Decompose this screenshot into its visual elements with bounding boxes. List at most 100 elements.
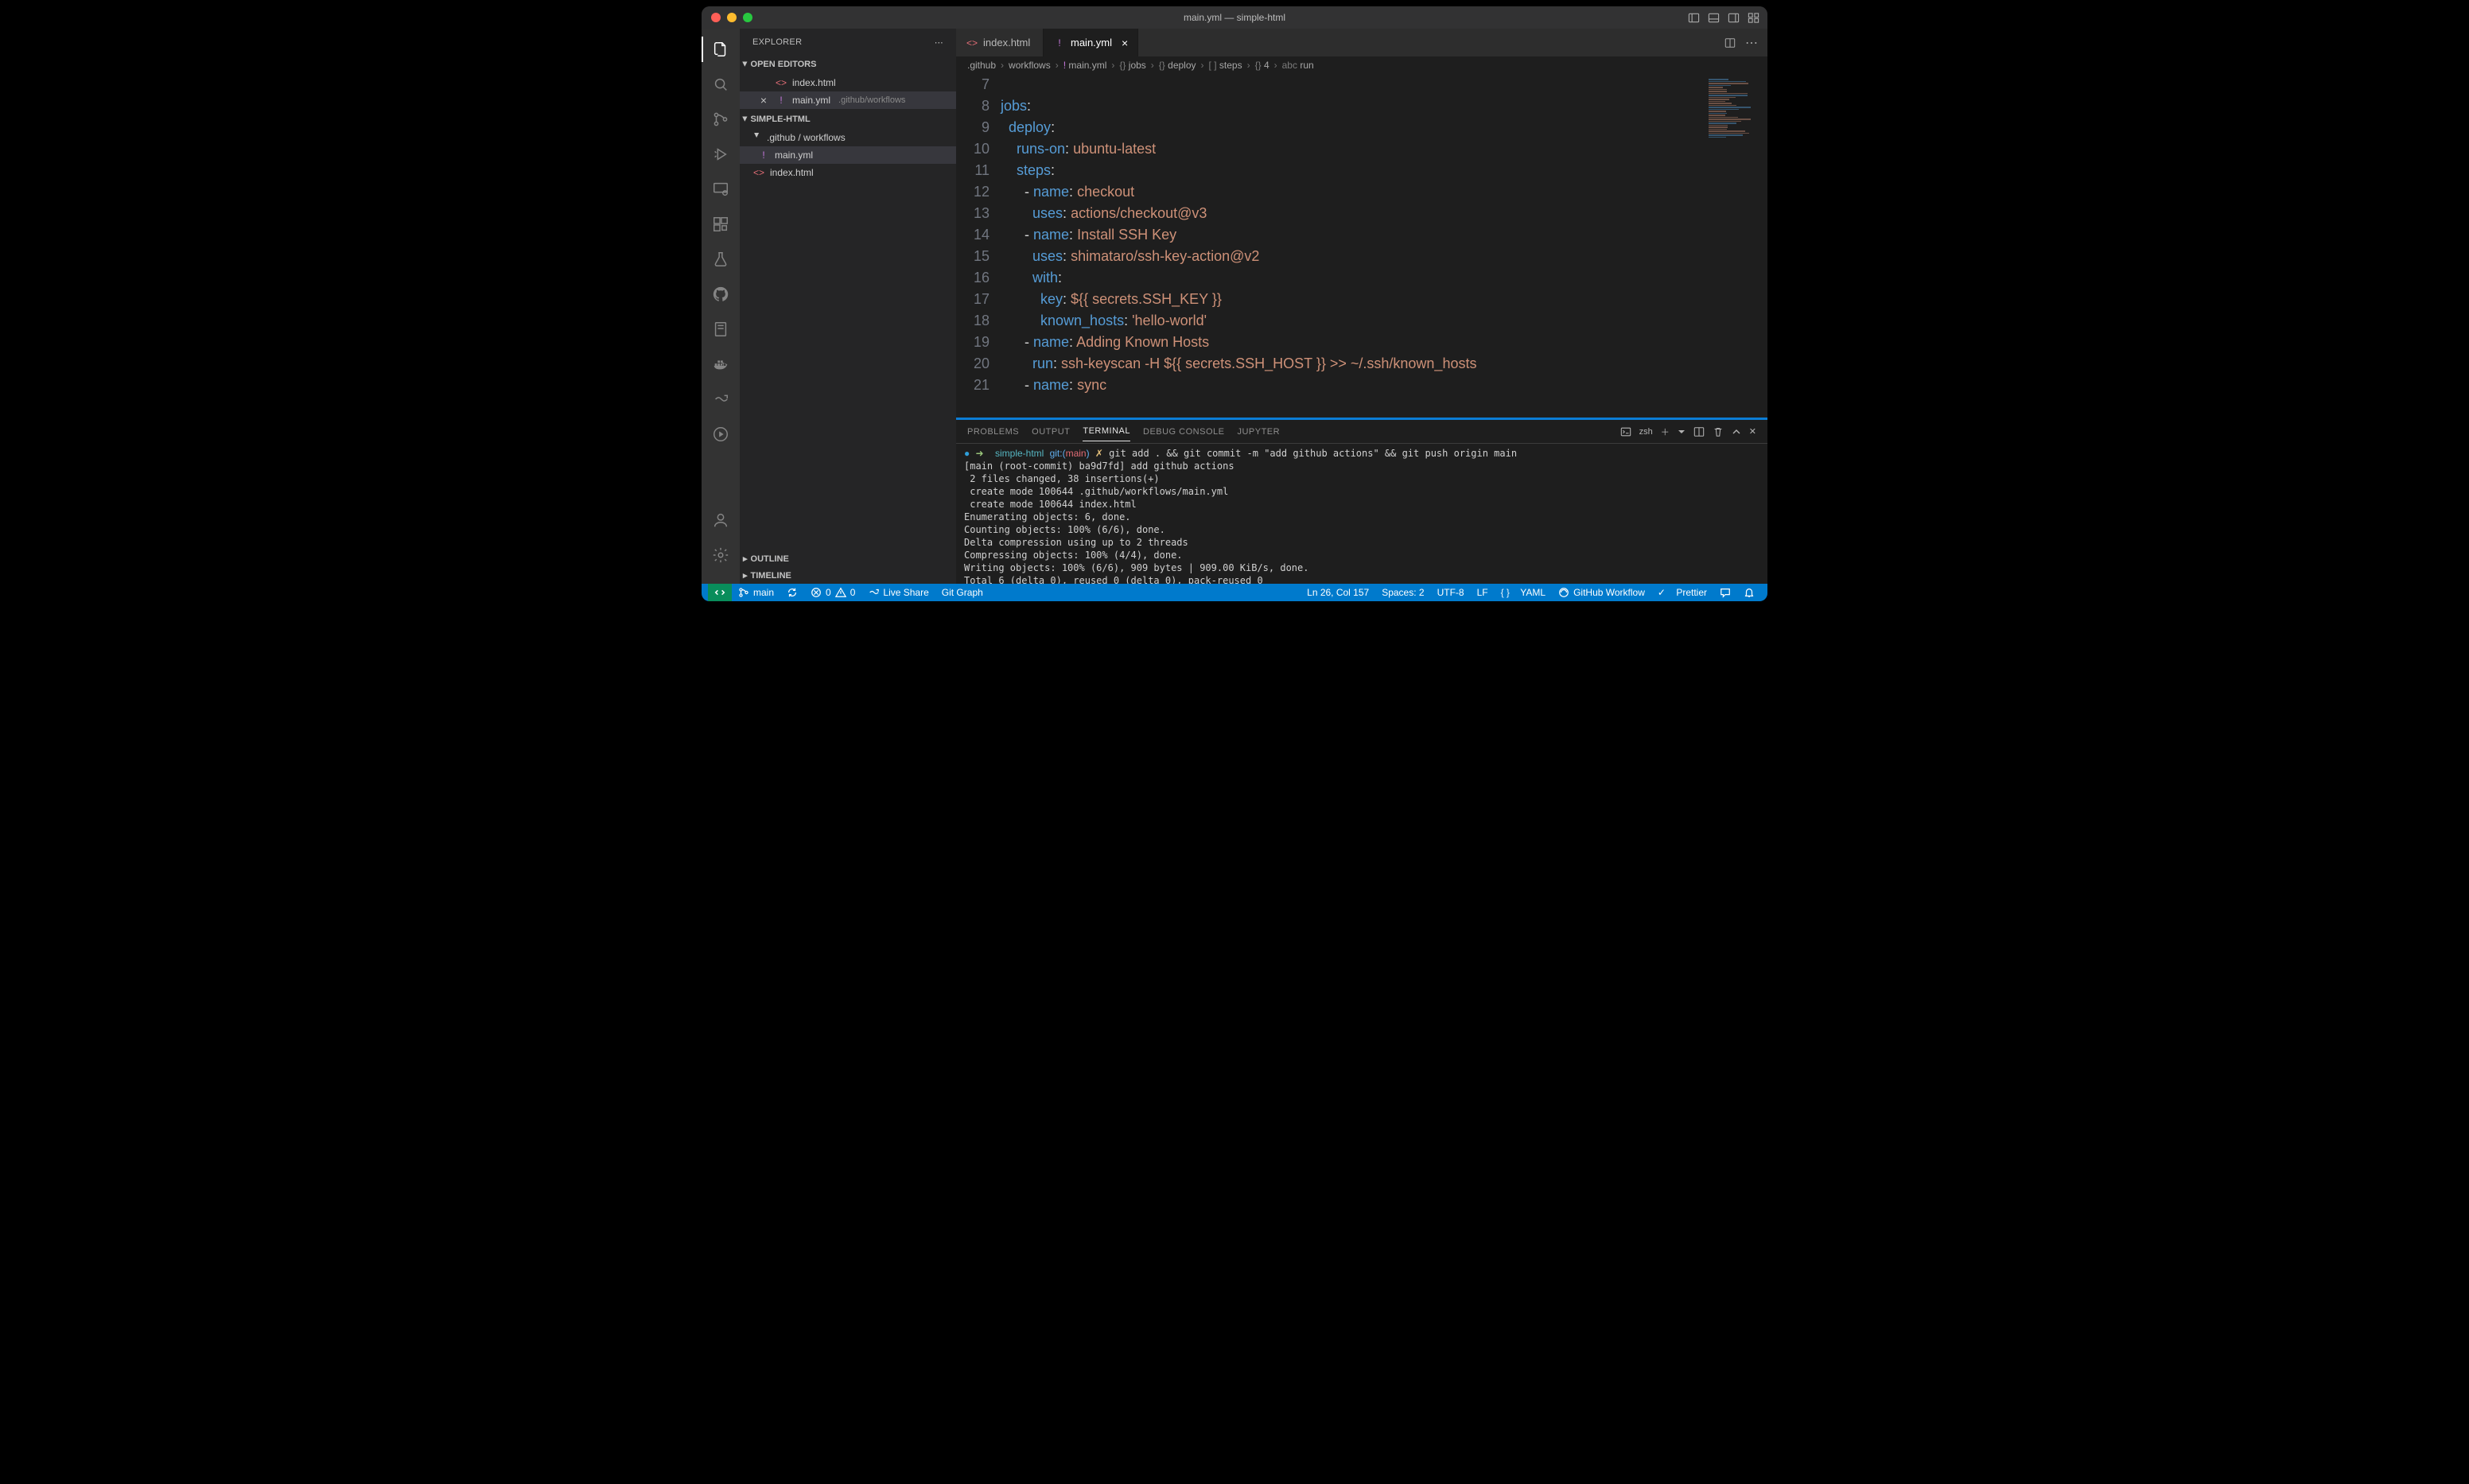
section-label: OPEN EDITORS [751,60,817,69]
symbol-icon: {} [1255,60,1262,71]
breadcrumb-item[interactable]: {} deploy [1159,60,1196,71]
status-prettier[interactable]: ✓ Prettier [1651,584,1713,601]
activity-bookmark[interactable] [702,313,740,345]
activity-explorer[interactable] [702,33,740,65]
tab-label: index.html [983,37,1030,49]
open-editor-item[interactable]: <> index.html [740,74,956,91]
split-editor-icon[interactable] [1724,37,1736,49]
editor-tabs: <>index.html!main.yml× ⋯ [956,29,1767,56]
window-title: main.yml — simple-html [702,12,1767,23]
breadcrumb-item[interactable]: {} 4 [1255,60,1269,71]
layout-panel-icon[interactable] [1708,12,1720,24]
status-eol[interactable]: LF [1471,584,1495,601]
window-close-button[interactable] [711,13,721,22]
panel-maximize-icon[interactable] [1732,427,1741,437]
breadcrumb-item[interactable]: [ ] steps [1209,60,1242,71]
activity-github[interactable] [702,278,740,310]
vscode-window: main.yml — simple-html [702,6,1767,601]
status-problems[interactable]: 0 0 [804,584,861,601]
layout-sidebar-right-icon[interactable] [1728,12,1740,24]
file-item[interactable]: <>index.html [740,164,956,181]
status-live-share[interactable]: Live Share [861,584,935,601]
breadcrumb-item[interactable]: .github [967,60,996,71]
status-indent[interactable]: Spaces: 2 [1375,584,1430,601]
chevron-right-icon: › [1001,60,1004,71]
status-encoding[interactable]: UTF-8 [1431,584,1471,601]
minimap[interactable] [1704,74,1767,418]
tab-label: main.yml [1071,37,1112,49]
chevron-right-icon: › [1247,60,1250,71]
layout-sidebar-left-icon[interactable] [1688,12,1700,24]
file-item[interactable]: !main.yml [740,146,956,164]
symbol-icon: abc [1282,60,1297,71]
breadcrumb-item[interactable]: ! main.yml [1063,60,1107,71]
breadcrumb-item[interactable]: {} jobs [1119,60,1145,71]
activity-source-control[interactable] [702,103,740,135]
bottom-panel: PROBLEMS OUTPUT TERMINAL DEBUG CONSOLE J… [956,420,1767,584]
status-cursor-pos[interactable]: Ln 26, Col 157 [1301,584,1375,601]
panel-tab-output[interactable]: OUTPUT [1032,422,1070,441]
terminal-profile-icon[interactable] [1620,426,1631,437]
breadcrumb-item[interactable]: abc run [1282,60,1314,71]
terminal-profile-label[interactable]: zsh [1639,427,1653,437]
status-git-graph[interactable]: Git Graph [935,584,990,601]
chevron-right-icon: › [1274,60,1277,71]
window-zoom-button[interactable] [743,13,752,22]
folder-item[interactable]: ▸.github / workflows [740,129,956,146]
activity-live-preview[interactable] [702,418,740,450]
file-label: main.yml [792,95,830,106]
open-editor-item[interactable]: ×!main.yml.github/workflows [740,91,956,109]
status-sync[interactable] [780,584,804,601]
panel-tab-problems[interactable]: PROBLEMS [967,422,1019,441]
activity-extensions[interactable] [702,208,740,240]
code-editor[interactable]: 789101112131415161718192021 jobs: deploy… [956,74,1704,418]
chevron-right-icon: › [1056,60,1059,71]
terminal[interactable]: ● ➜ simple-html git:(main) ✗ git add . &… [956,444,1767,584]
breadcrumb[interactable]: .github › workflows › ! main.yml › {} jobs › {} … [956,56,1767,74]
editor-tab[interactable]: <> index.html [956,29,1044,56]
new-terminal-icon[interactable]: ＋ [1661,425,1670,438]
activity-share[interactable] [702,383,740,415]
breadcrumb-item[interactable]: workflows [1009,60,1051,71]
sidebar: EXPLORER ⋯ ▸ OPEN EDITORS <>index.html×!… [740,29,956,584]
chevron-right-icon: › [1111,60,1114,71]
close-icon[interactable]: × [1122,37,1128,49]
file-hint: .github/workflows [838,95,905,105]
kill-terminal-icon[interactable] [1713,426,1724,437]
panel-tab-jupyter[interactable]: JUPYTER [1237,422,1280,441]
activity-remote-explorer[interactable] [702,173,740,205]
status-branch[interactable]: main [732,584,780,601]
activity-testing[interactable] [702,243,740,275]
file-type-icon: <> [966,37,978,49]
status-github-actions[interactable]: GitHub Workflow [1552,584,1651,601]
section-outline[interactable]: ▸ OUTLINE [740,550,956,567]
remote-button[interactable] [708,584,732,601]
status-feedback-icon[interactable] [1713,584,1737,601]
window-minimize-button[interactable] [727,13,737,22]
activity-docker[interactable] [702,348,740,380]
sidebar-more-icon[interactable]: ⋯ [935,37,943,48]
activity-search[interactable] [702,68,740,100]
layout-customize-icon[interactable] [1748,12,1759,24]
file-type-icon: <> [775,77,787,88]
file-label: index.html [792,77,836,88]
editor-tab[interactable]: !main.yml× [1044,29,1138,56]
status-bell-icon[interactable] [1737,584,1761,601]
section-open-editors[interactable]: ▸ OPEN EDITORS [740,56,956,72]
activity-accounts[interactable] [702,504,740,536]
panel-tab-terminal[interactable]: TERMINAL [1083,422,1130,441]
panel-tab-debug[interactable]: DEBUG CONSOLE [1143,422,1224,441]
activity-settings[interactable] [702,539,740,571]
status-errors: 0 [826,587,831,598]
tab-more-icon[interactable]: ⋯ [1745,35,1758,51]
section-label: SIMPLE-HTML [751,115,811,124]
split-terminal-icon[interactable] [1693,426,1705,437]
close-icon[interactable]: × [757,94,770,107]
activity-run-debug[interactable] [702,138,740,170]
terminal-dropdown-icon[interactable] [1678,428,1686,436]
section-timeline[interactable]: ▸ TIMELINE [740,567,956,584]
panel-close-icon[interactable]: ✕ [1749,426,1756,437]
section-project[interactable]: ▸ SIMPLE-HTML [740,111,956,127]
chevron-right-icon: ▸ [743,570,748,581]
status-language[interactable]: { } YAML [1495,584,1553,601]
